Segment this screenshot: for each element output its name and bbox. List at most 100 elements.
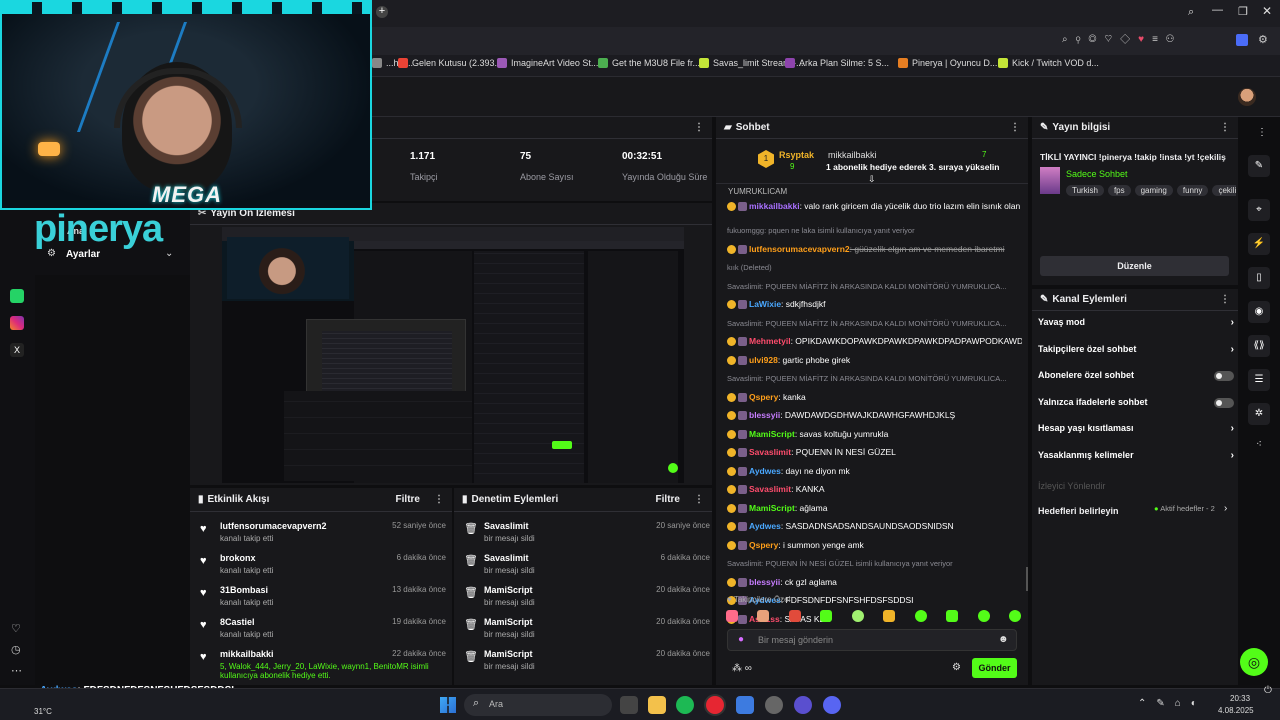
tag-chip[interactable]: funny — [1176, 185, 1209, 196]
chat-message[interactable]: fukuomggg: pquen ne laka isimli kullanıc… — [727, 225, 1022, 235]
tag-chip[interactable]: Turkish — [1066, 185, 1104, 196]
mic-icon[interactable]: ● — [738, 634, 744, 645]
feed-row[interactable]: 🗑 MamiScript bir mesajı sildi 20 dakika önc… — [454, 614, 716, 646]
file-explorer-icon[interactable] — [648, 696, 666, 714]
discord-icon[interactable] — [823, 696, 841, 714]
chat-message[interactable]: Mehmetyil: OPIKDAWKDOPAWKDPAWKDPAWKDPADP… — [727, 336, 1022, 347]
settings-icon[interactable]: ⚙ — [1258, 33, 1268, 46]
chat-username[interactable]: LaWixie — [749, 299, 781, 309]
chat-username[interactable]: lutfensorumacevapvern2 — [749, 244, 850, 254]
start-button[interactable] — [440, 697, 456, 713]
rail-wrench-button[interactable]: ✲ — [1248, 403, 1270, 425]
bookmark-item[interactable]: Get the M3U8 File fr... — [598, 58, 700, 68]
tag-chip[interactable]: gaming — [1134, 185, 1173, 196]
chat-message[interactable]: blessyii: ck gzl aglama — [727, 577, 1022, 587]
stream-info-menu-icon[interactable]: ⋮ — [1220, 122, 1230, 133]
rail-file-button[interactable]: ▯ — [1248, 267, 1270, 289]
chat-username[interactable]: Qspery — [749, 392, 778, 402]
channel-action-item[interactable]: Yalnızca ifadelerle sohbet — [1038, 397, 1234, 411]
chat-message[interactable]: mikkailbakki: valo rank giricem dia yüce… — [727, 201, 1022, 212]
rail-share-icon[interactable]: ⁖ — [1256, 439, 1262, 450]
chevron-down-icon[interactable]: ⌄ — [165, 248, 173, 259]
stats-menu-icon[interactable]: ⋮ — [694, 122, 704, 133]
chat-message[interactable]: MamiScript: ağlama — [727, 503, 1022, 513]
bookmark-item[interactable]: Pinerya | Oyuncu D... — [898, 58, 997, 68]
chat-message[interactable]: kıık (Deleted) — [727, 262, 1022, 272]
whatsapp-icon[interactable] — [10, 289, 24, 303]
chat-message[interactable]: Qspery: i summon yenge amk — [727, 540, 1022, 550]
feed-row[interactable]: ♥ brokonx kanalı takip etti 6 dakika önce — [190, 550, 452, 582]
rail-chat-button[interactable]: ◉ — [1248, 301, 1270, 323]
chat-username[interactable]: blessyii — [749, 577, 780, 587]
new-tab-button[interactable]: + — [376, 6, 388, 18]
spotify-icon[interactable] — [676, 696, 694, 714]
x-twitter-icon[interactable]: X — [10, 343, 24, 357]
extension-icons[interactable]: ⌕⚲◎♡◇♥≡⚇ — [1062, 34, 1182, 45]
bookmark-item[interactable]: Arka Plan Silme: 5 S... — [785, 58, 889, 68]
rail-broadcast-button[interactable]: ⟪⟫ — [1248, 335, 1270, 357]
activity-menu-icon[interactable]: ⋮ — [434, 494, 444, 505]
edit-stream-button[interactable]: Düzenle — [1040, 256, 1229, 276]
support-chat-button[interactable]: ◎ — [1240, 648, 1268, 676]
task-view-icon[interactable] — [620, 696, 638, 714]
help-icon[interactable]: ⋮ — [1257, 127, 1267, 138]
chat-username[interactable]: MamiScript — [749, 429, 795, 439]
clock-icon[interactable]: ◷ — [11, 643, 21, 656]
bookmark-item[interactable]: Kick / Twitch VOD d... — [998, 58, 1099, 68]
chat-message[interactable]: Savaslimit: PQUEEN MİAFİTZ İN ARKASINDA … — [727, 318, 1022, 328]
chat-message[interactable]: LaWixie: sdkjfhsdjkf — [727, 299, 1022, 310]
toggle-switch[interactable] — [1214, 397, 1234, 408]
stream-preview-video[interactable] — [222, 227, 684, 483]
chat-message[interactable]: lutfensorumacevapvern2: güüzelik elgın a… — [727, 244, 1022, 254]
chat-message[interactable]: MamiScript: savas koltuğu yumrukla — [727, 429, 1022, 439]
activity-filter-button[interactable]: Filtre — [396, 494, 420, 505]
feed-row[interactable]: ♥ 31Bombasi kanalı takip etti 13 dakika önc… — [190, 582, 452, 614]
avatar[interactable] — [1238, 88, 1256, 106]
emote-bar[interactable] — [726, 610, 1021, 624]
search-icon[interactable]: ⌕ — [1188, 6, 1194, 19]
feed-row[interactable]: 🗑 Savaslimit bir mesajı sildi 20 saniye önc… — [454, 518, 716, 550]
close-icon[interactable]: ✕ — [1262, 4, 1272, 18]
chat-tools-icon[interactable]: ⁂ ∞ — [732, 663, 752, 674]
moderation-menu-icon[interactable]: ⋮ — [694, 494, 704, 505]
send-button[interactable]: Gönder — [972, 658, 1017, 678]
chat-username[interactable]: MamiScript — [749, 503, 795, 513]
taskbar-search[interactable]: ⌕ Ara — [464, 694, 612, 716]
chat-menu-icon[interactable]: ⋮ — [1010, 122, 1020, 133]
emoji-icon[interactable]: ☻ — [998, 634, 1009, 645]
feed-row[interactable]: 🗑 MamiScript bir mesajı sildi 20 dakika önc… — [454, 582, 716, 614]
channel-action-item[interactable]: Yasaklanmış kelimeler › — [1038, 450, 1234, 464]
opera-icon[interactable] — [706, 696, 724, 714]
more-icon[interactable]: ⋯ — [11, 664, 22, 677]
feed-row[interactable]: 🗑 MamiScript bir mesajı sildi 20 dakika önc… — [454, 646, 716, 678]
channel-action-item[interactable]: Yavaş mod › — [1038, 317, 1234, 331]
app-icon-5[interactable] — [736, 696, 754, 714]
bookmark-item[interactable]: Gelen Kutusu (2.393... — [398, 58, 502, 68]
chat-input-box[interactable]: ● Bir mesaj gönderin ☻ — [727, 629, 1017, 651]
chat-message[interactable]: Aydwes: SASDADNSADSANDSAUNDSAODSNIDSN — [727, 521, 1022, 532]
chat-message[interactable]: Savaslimit: PQUEEN MİAFİTZ İN ARKASINDA … — [727, 373, 1022, 383]
chat-message[interactable]: Savaslimit: PQUENN İN NESİ GÜZEL isimli … — [727, 558, 1022, 568]
chat-message[interactable]: ulvi928: gartic phobe girek — [727, 355, 1022, 365]
chat-username[interactable]: Aydwes — [749, 466, 781, 476]
chat-message[interactable]: Qspery: kanka — [727, 392, 1022, 402]
heart-icon[interactable]: ♡ — [11, 622, 21, 635]
moderation-filter-button[interactable]: Filtre — [656, 494, 680, 505]
chat-message[interactable]: Savaslimit: KANKA — [727, 484, 1022, 495]
feed-row[interactable]: 🗑 Savaslimit bir mesajı sildi 6 dakika önce — [454, 550, 716, 582]
chat-username[interactable]: Savaslimit — [749, 484, 791, 494]
chat-username[interactable]: Savaslimit — [749, 447, 791, 457]
app-icon-6[interactable] — [765, 696, 783, 714]
chat-username[interactable]: Aydwes — [749, 521, 781, 531]
chat-message[interactable]: Savaslimit: PQUENN İN NESİ GÜZEL — [727, 447, 1022, 458]
tag-chip[interactable]: fps — [1107, 185, 1131, 196]
tag-chip[interactable]: çekili — [1212, 185, 1236, 196]
expand-icon[interactable]: ⇩ — [868, 174, 876, 185]
chat-settings-icon[interactable]: ⚙ — [952, 662, 961, 673]
instagram-icon[interactable] — [10, 316, 24, 330]
channel-action-item[interactable]: Abonelere özel sohbet — [1038, 370, 1234, 384]
rail-bolt-button[interactable]: ⚡ — [1248, 233, 1270, 255]
category-thumbnail[interactable] — [1040, 167, 1060, 194]
feed-row[interactable]: ♥ mikkailbakki 5, Walok_444, Jerry_20, LaW… — [190, 646, 452, 686]
category-name[interactable]: Sadece Sohbet — [1066, 169, 1128, 179]
